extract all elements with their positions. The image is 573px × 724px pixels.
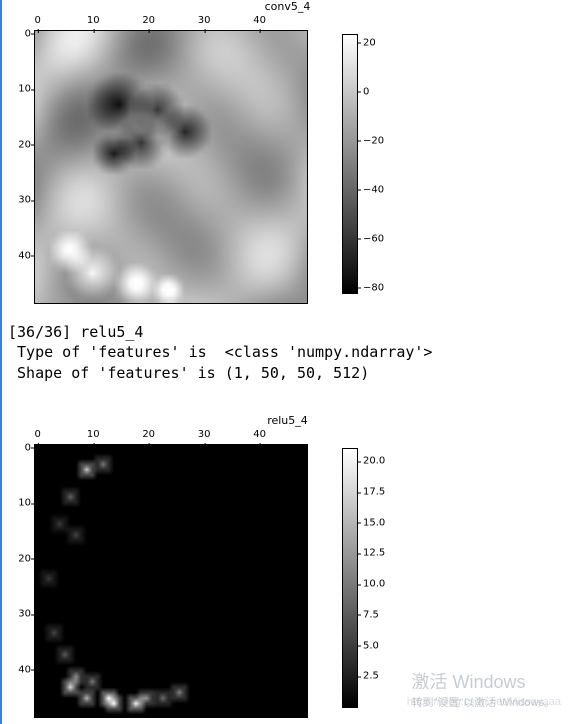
y-tick: 30	[11, 609, 31, 620]
x-tick: 10	[87, 15, 100, 26]
cbar-tick: 2.5	[357, 671, 379, 682]
y-tick: 10	[11, 84, 31, 95]
colorbar-gradient	[343, 449, 357, 707]
heatmap-conv5-4: 0 10 20 30 40 0 10 20 30 40	[34, 30, 308, 304]
y-tick: 0	[11, 442, 31, 453]
cbar-tick: −80	[357, 282, 384, 293]
colorbar-relu5-4: 20.0 17.5 15.0 12.5 10.0 7.5 5.0 2.5	[342, 448, 358, 708]
x-tick: 10	[87, 429, 100, 440]
cbar-tick: −60	[357, 233, 384, 244]
colorbar-conv5-4: 20 0 −20 −40 −60 −80	[342, 34, 358, 294]
cbar-tick: 5.0	[357, 640, 379, 651]
plot-title-text: relu5_4	[267, 414, 308, 427]
plot-title-text: conv5_4	[265, 0, 311, 13]
plot-title: relu5_4	[2, 414, 573, 427]
colorbar-gradient	[343, 35, 357, 293]
heatmap-image	[35, 445, 307, 717]
heatmap-image	[35, 31, 307, 303]
y-tick: 20	[11, 553, 31, 564]
cbar-tick: 10.0	[357, 579, 385, 590]
x-tick: 30	[198, 429, 211, 440]
cbar-tick: 17.5	[357, 487, 385, 498]
cbar-tick: 15.0	[357, 517, 385, 528]
heatmap-relu5-4: 0 10 20 30 40 0 10 20 30 40	[34, 444, 308, 718]
y-tick: 30	[11, 195, 31, 206]
x-tick: 0	[35, 429, 41, 440]
figure-conv5-4: conv5_4 0 10 20 30 40 0 10 20 30 40 20 0…	[2, 0, 573, 320]
y-tick: 10	[11, 498, 31, 509]
x-tick: 20	[142, 15, 155, 26]
cbar-tick: 20	[357, 37, 376, 48]
console-output: [36/36] relu5_4 Type of 'features' is <c…	[8, 322, 432, 383]
y-tick: 40	[11, 664, 31, 675]
cbar-tick: −40	[357, 184, 384, 195]
cbar-tick: 20.0	[357, 456, 385, 467]
cbar-tick: 12.5	[357, 548, 385, 559]
y-tick: 40	[11, 250, 31, 261]
x-tick: 40	[253, 429, 266, 440]
plot-title: conv5_4	[2, 0, 573, 13]
cbar-tick: 7.5	[357, 609, 379, 620]
watermark-title: 激活 Windows	[412, 668, 556, 694]
watermark-url: https://blog.csdn.net/Missayaaa	[407, 696, 561, 708]
cbar-tick: 0	[357, 86, 369, 97]
cbar-tick: −20	[357, 135, 384, 146]
windows-activation-watermark: 激活 Windows 转到"设置"以激活 Windows。 https://bl…	[412, 668, 556, 710]
y-tick: 20	[11, 139, 31, 150]
x-tick: 30	[198, 15, 211, 26]
x-tick: 0	[35, 15, 41, 26]
x-tick: 40	[253, 15, 266, 26]
y-tick: 0	[11, 28, 31, 39]
x-tick: 20	[142, 429, 155, 440]
